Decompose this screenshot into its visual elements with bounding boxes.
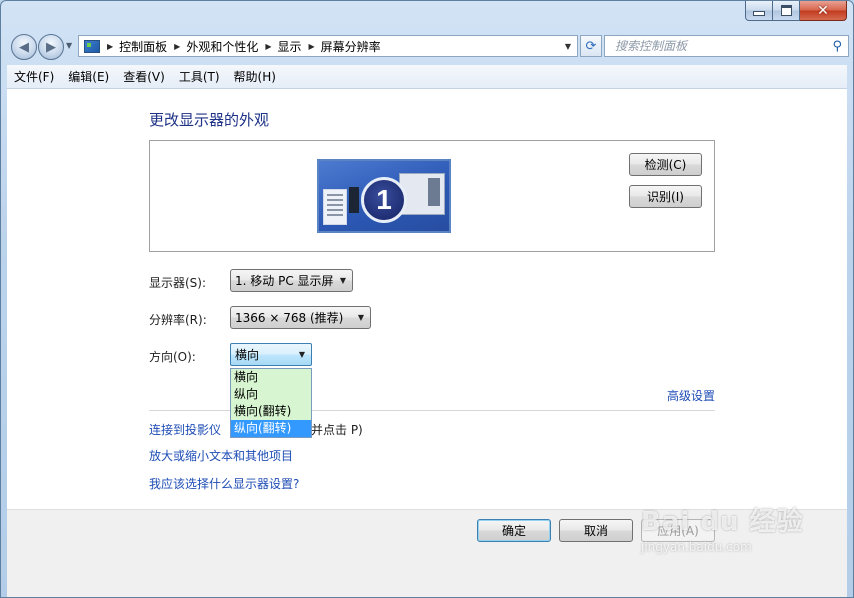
monitor-thumbnail[interactable]: 1 bbox=[317, 159, 451, 233]
minimize-button[interactable] bbox=[745, 1, 773, 21]
menu-tools[interactable]: 工具(T) bbox=[172, 68, 227, 85]
maximize-icon bbox=[780, 5, 792, 16]
cancel-button[interactable]: 取消 bbox=[559, 519, 633, 542]
address-dropdown-icon[interactable]: ▼ bbox=[565, 42, 571, 51]
resolution-label: 分辨率(R): bbox=[149, 313, 207, 327]
breadcrumb-screen-resolution[interactable]: 屏幕分辨率 bbox=[321, 38, 381, 55]
breadcrumb-separator-icon[interactable]: ▶ bbox=[107, 42, 113, 51]
control-panel-icon bbox=[84, 39, 100, 53]
breadcrumb-separator-icon[interactable]: ▶ bbox=[309, 42, 315, 51]
orientation-option-landscape[interactable]: 横向 bbox=[231, 369, 311, 386]
monitor-mini-window bbox=[349, 187, 359, 213]
forward-arrow-icon: ▶ bbox=[46, 39, 56, 55]
orientation-option-landscape-flipped[interactable]: 横向(翻转) bbox=[231, 403, 311, 420]
display-label: 显示器(S): bbox=[149, 276, 207, 290]
text-size-link[interactable]: 放大或缩小文本和其他项目 bbox=[149, 447, 293, 464]
which-settings-link[interactable]: 我应该选择什么显示器设置? bbox=[149, 475, 299, 492]
breadcrumb-control-panel[interactable]: 控制面板 bbox=[119, 38, 167, 55]
resolution-select[interactable]: 1366 × 768 (推荐) ▼ bbox=[230, 306, 371, 329]
back-arrow-icon: ◀ bbox=[19, 39, 29, 55]
close-icon: ✕ bbox=[817, 2, 829, 19]
apply-button: 应用(A) bbox=[641, 519, 715, 542]
search-input[interactable] bbox=[613, 38, 827, 54]
display-select-value: 1. 移动 PC 显示屏 bbox=[235, 274, 334, 288]
forward-button[interactable]: ▶ bbox=[38, 34, 64, 60]
breadcrumb-separator-icon[interactable]: ▶ bbox=[265, 42, 271, 51]
orientation-dropdown-list: 横向 纵向 横向(翻转) 纵向(翻转) bbox=[230, 368, 312, 438]
menu-edit[interactable]: 编辑(E) bbox=[61, 68, 116, 85]
minimize-icon bbox=[753, 11, 765, 16]
orientation-select-value: 横向 bbox=[235, 348, 260, 362]
window-frame: ✕ ◀ ▶ ▼ ▶ 控制面板 ▶ 外观和个性化 ▶ 显示 ▶ 屏幕分辨率 ▼ ⟳… bbox=[0, 0, 854, 598]
menu-help[interactable]: 帮助(H) bbox=[227, 68, 283, 85]
chevron-down-icon: ▼ bbox=[339, 276, 346, 285]
projector-hint-text: 并点击 P) bbox=[311, 423, 363, 437]
recent-pages-dropdown-icon[interactable]: ▼ bbox=[66, 41, 72, 50]
address-bar[interactable]: ▶ 控制面板 ▶ 外观和个性化 ▶ 显示 ▶ 屏幕分辨率 ▼ bbox=[78, 35, 578, 57]
dialog-footer: 确定 取消 应用(A) bbox=[7, 509, 847, 597]
monitor-preview-area: 1 检测(C) 识别(I) bbox=[149, 140, 715, 252]
orientation-option-portrait-flipped[interactable]: 纵向(翻转) bbox=[231, 420, 311, 437]
breadcrumb-separator-icon[interactable]: ▶ bbox=[174, 42, 180, 51]
maximize-button[interactable] bbox=[773, 1, 800, 21]
resolution-select-value: 1366 × 768 (推荐) bbox=[235, 311, 344, 325]
detect-button[interactable]: 检测(C) bbox=[629, 153, 702, 176]
content-pane: 更改显示器的外观 1 检测(C) 识别(I) 显示器(S): 1. 移动 PC … bbox=[7, 89, 847, 509]
menu-bar: 文件(F) 编辑(E) 查看(V) 工具(T) 帮助(H) bbox=[7, 65, 847, 89]
search-box[interactable]: ⚲ bbox=[604, 35, 849, 57]
advanced-settings-link[interactable]: 高级设置 bbox=[667, 387, 715, 404]
orientation-option-portrait[interactable]: 纵向 bbox=[231, 386, 311, 403]
navigation-bar: ◀ ▶ ▼ ▶ 控制面板 ▶ 外观和个性化 ▶ 显示 ▶ 屏幕分辨率 ▼ ⟳ ⚲ bbox=[9, 32, 849, 60]
refresh-button[interactable]: ⟳ bbox=[580, 35, 602, 57]
identify-button[interactable]: 识别(I) bbox=[629, 185, 702, 208]
chevron-down-icon: ▼ bbox=[357, 313, 364, 322]
breadcrumb-appearance[interactable]: 外观和个性化 bbox=[186, 38, 258, 55]
monitor-number-badge: 1 bbox=[361, 177, 407, 223]
chevron-down-icon: ▼ bbox=[298, 350, 305, 359]
orientation-select[interactable]: 横向 ▼ bbox=[230, 343, 312, 366]
breadcrumb-display[interactable]: 显示 bbox=[278, 38, 302, 55]
ok-button[interactable]: 确定 bbox=[477, 519, 551, 542]
close-button[interactable]: ✕ bbox=[800, 1, 847, 21]
monitor-mini-window bbox=[323, 189, 347, 225]
orientation-label: 方向(O): bbox=[149, 350, 196, 364]
back-button[interactable]: ◀ bbox=[11, 34, 37, 60]
page-title: 更改显示器的外观 bbox=[149, 111, 270, 129]
display-select[interactable]: 1. 移动 PC 显示屏 ▼ bbox=[230, 269, 353, 292]
caption-buttons: ✕ bbox=[745, 1, 847, 21]
menu-view[interactable]: 查看(V) bbox=[116, 68, 172, 85]
menu-file[interactable]: 文件(F) bbox=[7, 68, 61, 85]
search-icon[interactable]: ⚲ bbox=[832, 39, 842, 54]
refresh-icon: ⟳ bbox=[585, 38, 597, 54]
connect-projector-link[interactable]: 连接到投影仪 bbox=[149, 421, 221, 438]
